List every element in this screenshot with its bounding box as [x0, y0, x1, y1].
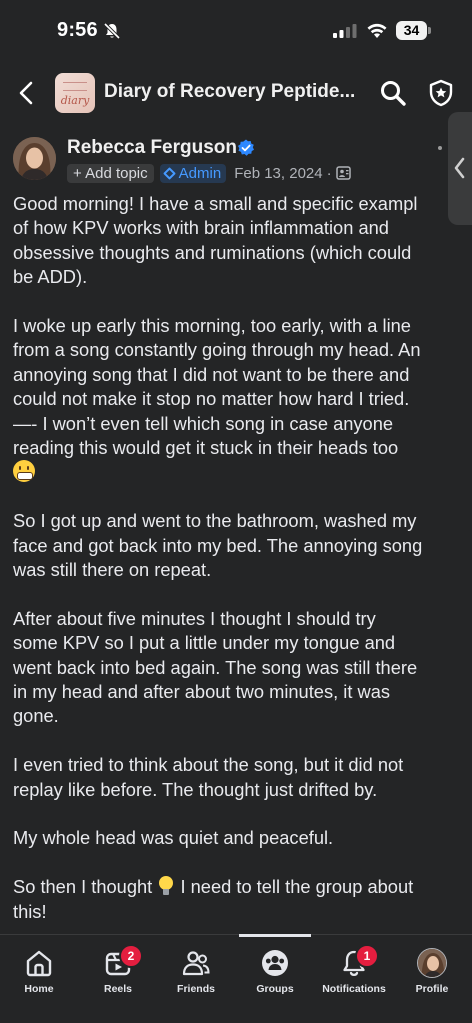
status-bar: 9:56 34: [0, 0, 472, 62]
nav-label: Groups: [256, 983, 294, 995]
nav-label: Notifications: [322, 983, 386, 995]
post-line: was still there on repeat.: [13, 559, 212, 581]
status-time: 9:56: [57, 19, 98, 41]
add-topic-button[interactable]: + Add topic: [67, 163, 154, 183]
post-line: went back into bed again. The song was s…: [13, 656, 418, 678]
post-line: So I got up and went to the bathroom, wa…: [13, 510, 417, 532]
post-line: face and got back into my bed. The annoy…: [13, 534, 423, 556]
post-line: After about five minutes I thought I sho…: [13, 607, 376, 629]
admin-badge-label: Admin: [178, 164, 222, 182]
post-line: replay like before. The thought just dri…: [13, 778, 378, 800]
friends-icon: [182, 951, 210, 976]
post-line: I even tried to think about the song, bu…: [13, 754, 404, 776]
post-line: Good morning! I have a small and specifi…: [13, 193, 418, 214]
post-line: be ADD).: [13, 266, 88, 288]
nav-label: Reels: [103, 983, 133, 995]
author-avatar[interactable]: [13, 137, 56, 180]
post-line: My whole head was quiet and peaceful.: [13, 827, 334, 849]
group-title[interactable]: Diary of Recovery Peptide...: [104, 81, 355, 103]
post-line: of how KPV works with brain inflammation…: [13, 217, 389, 239]
group-header: diary Diary of Recovery Peptide...: [0, 62, 472, 124]
group-thumbnail[interactable]: diary: [55, 73, 95, 113]
post-paragraph: I woke up early this morning, too early,…: [13, 314, 458, 485]
post-line: some KPV so I put a little under my tong…: [13, 632, 396, 654]
group-thumbnail-text: diary: [60, 94, 90, 107]
post-body: Good morning! I have a small and specifi…: [13, 192, 458, 924]
admin-diamond-icon: [162, 166, 176, 180]
profile-avatar: [417, 948, 447, 978]
nav-label: Profile: [415, 983, 449, 995]
more-options-icon[interactable]: [438, 146, 442, 150]
chevron-left-icon: [454, 157, 465, 179]
post-line: obsessive thoughts and ruminations (whic…: [13, 241, 412, 263]
nav-friends[interactable]: Friends: [157, 935, 235, 1005]
battery-level: 34: [403, 22, 420, 38]
battery-nub: [428, 27, 431, 34]
bottom-nav: Home 2 Reels Friends Groups 1 Notificati…: [0, 934, 472, 1023]
home-icon: [26, 950, 52, 977]
verified-badge-icon: [238, 139, 254, 156]
wifi-icon: [367, 23, 387, 38]
post-paragraph: My whole head was quiet and peaceful.: [13, 826, 458, 850]
nav-label: Friends: [177, 983, 215, 995]
post-paragraph: Good morning! I have a small and specifi…: [13, 192, 458, 290]
signal-icon: [333, 24, 357, 38]
profile-avatar-image: [418, 949, 446, 977]
back-icon[interactable]: [12, 78, 42, 108]
avatar-image: [13, 137, 56, 180]
post-line: gone.: [13, 705, 59, 727]
post-line: this!: [13, 900, 47, 922]
nav-reels[interactable]: 2 Reels: [79, 935, 157, 1005]
bell-off-icon: [103, 22, 121, 40]
notifications-badge: 1: [355, 944, 379, 968]
admin-badge: Admin: [159, 163, 227, 183]
post-line: I woke up early this morning, too early,…: [13, 315, 411, 337]
search-icon[interactable]: [379, 79, 407, 107]
group-thumbnail-lines: [63, 82, 87, 91]
post-paragraph: So I got up and went to the bathroom, wa…: [13, 509, 458, 582]
admin-shield-icon[interactable]: [426, 78, 456, 108]
post-line: in my head and after about two minutes, …: [13, 681, 390, 703]
post-line: from a song constantly going through my …: [13, 339, 421, 361]
nav-notifications[interactable]: 1 Notifications: [315, 935, 393, 1005]
reels-badge: 2: [119, 944, 143, 968]
light-bulb-icon: [159, 876, 174, 896]
meta-separator: ·: [326, 164, 332, 182]
post-meta: + Add topic Admin Feb 13, 2024 ·: [67, 163, 351, 183]
post-paragraph: I even tried to think about the song, bu…: [13, 753, 458, 802]
post-line: —- I won’t even tell which song in case …: [13, 412, 394, 434]
nav-profile[interactable]: Profile: [393, 935, 471, 1005]
post-line: So then I thought: [13, 876, 153, 898]
nav-label: Home: [24, 983, 54, 995]
post-paragraph: After about five minutes I thought I sho…: [13, 607, 458, 729]
grimacing-face-icon: [13, 460, 35, 483]
group-audience-icon: [335, 166, 351, 180]
post-paragraph: So then I thought I need to tell the gro…: [13, 875, 458, 924]
battery-indicator: 34: [396, 21, 432, 40]
nav-home[interactable]: Home: [0, 935, 78, 1005]
groups-icon: [262, 950, 288, 976]
post-line: annoying song that I did not want to be …: [13, 363, 410, 385]
nav-groups[interactable]: Groups: [236, 935, 314, 1005]
post-line: reading this would get it stuck in their…: [13, 437, 399, 459]
post-date[interactable]: Feb 13, 2024: [234, 165, 322, 182]
post-line: I need to tell the group about: [180, 876, 414, 898]
author-name[interactable]: Rebecca Ferguson: [67, 137, 237, 159]
post-line: could not make it stop no matter how har…: [13, 388, 410, 410]
